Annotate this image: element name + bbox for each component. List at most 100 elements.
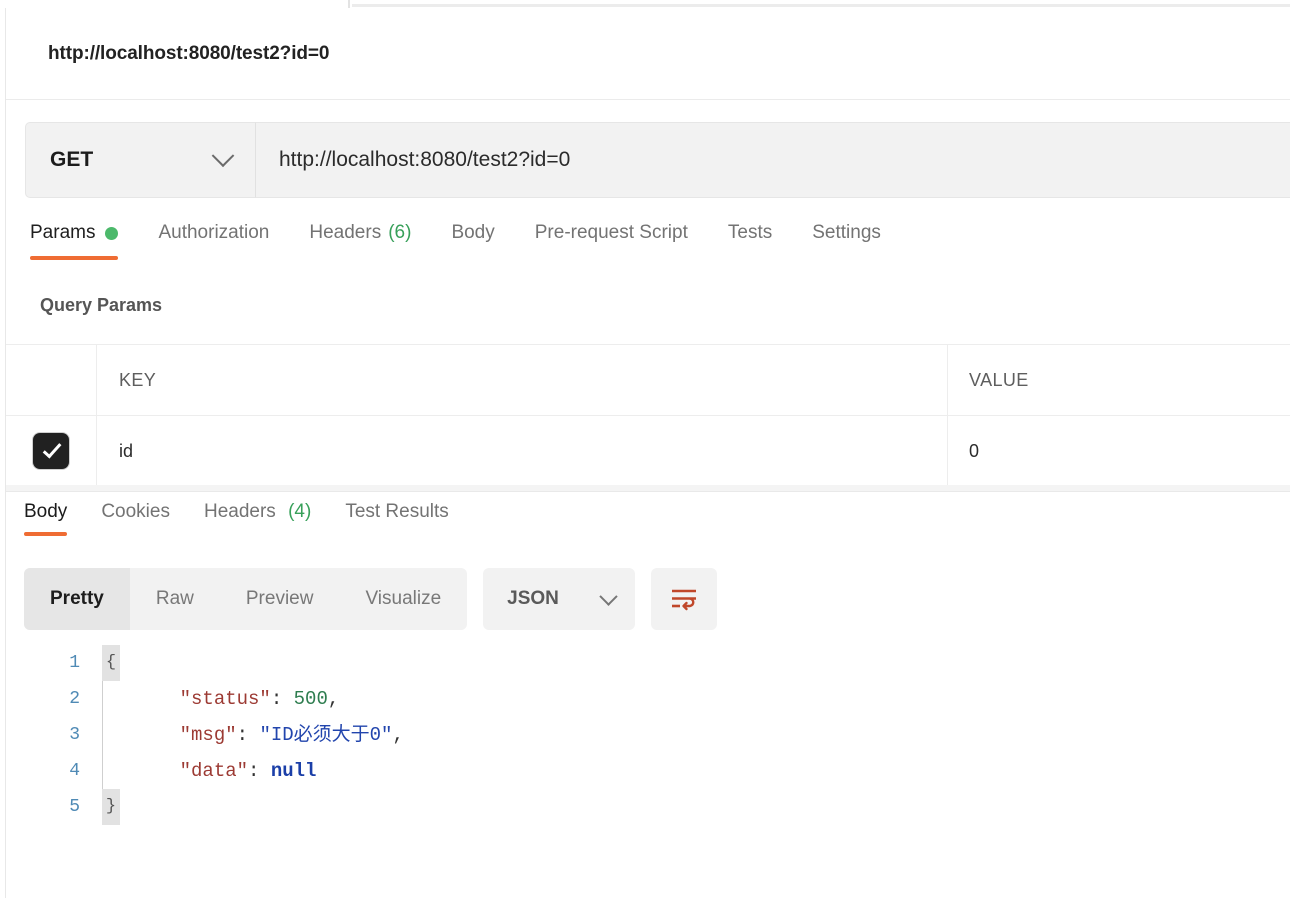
json-null: null (270, 760, 317, 782)
url-input[interactable]: http://localhost:8080/test2?id=0 (255, 122, 1290, 198)
response-viewer-toolbar: Pretty Raw Preview Visualize JSON (6, 568, 718, 630)
param-key-value: id (119, 440, 134, 461)
fold-toggle-icon[interactable]: } (102, 789, 120, 825)
response-tab-headers-label: Headers (203, 501, 276, 522)
tab-body-label: Body (451, 222, 495, 243)
url-bar: GET http://localhost:8080/test2?id=0 (25, 122, 1290, 198)
fold-rail (102, 753, 120, 789)
tab-settings-label: Settings (812, 222, 881, 243)
header-value-cell: VALUE (948, 345, 1290, 415)
code-line: 5 } (6, 789, 1290, 825)
tab-headers-count: (6) (388, 222, 412, 243)
row-value-cell[interactable]: 0 (948, 416, 1290, 486)
request-title-bar: http://localhost:8080/test2?id=0 (6, 8, 1290, 100)
tabbar-vertical-divider (348, 0, 350, 8)
view-mode-segmented-control: Pretty Raw Preview Visualize (24, 568, 468, 630)
query-params-table: KEY VALUE id 0 (6, 344, 1290, 487)
view-mode-pretty[interactable]: Pretty (24, 568, 130, 630)
tab-tests[interactable]: Tests (728, 213, 772, 260)
code-text: "msg": "ID必须大于0", (134, 717, 404, 753)
http-method-dropdown[interactable]: GET (25, 122, 255, 198)
tab-headers[interactable]: Headers (6) (309, 213, 411, 260)
check-icon (42, 439, 61, 459)
json-key: "data" (134, 760, 249, 782)
line-number: 5 (69, 797, 80, 817)
view-mode-raw[interactable]: Raw (130, 568, 220, 630)
table-row[interactable]: id 0 (6, 415, 1290, 487)
code-line: 2 "status": 500, (6, 681, 1290, 717)
json-punct: , (327, 688, 340, 710)
wrap-text-icon (672, 589, 697, 611)
response-tab-cookies-label: Cookies (101, 501, 170, 522)
tab-params-label: Params (30, 222, 96, 243)
tab-pre-request-script-label: Pre-request Script (534, 222, 688, 243)
response-separator (6, 491, 1290, 492)
wrap-text-button[interactable] (651, 568, 718, 630)
tab-tests-label: Tests (727, 222, 773, 243)
postman-request-pane: http://localhost:8080/test2?id=0 GET htt… (0, 0, 1290, 898)
line-number: 2 (69, 689, 80, 709)
request-tabs: Params Authorization Headers (6) Body Pr… (6, 213, 1290, 275)
code-line: 4 "data": null (6, 753, 1290, 789)
response-tab-body[interactable]: Body (24, 494, 68, 536)
json-key: "msg" (134, 724, 237, 746)
header-key-cell: KEY (97, 345, 948, 415)
tabbar-sliver (0, 0, 1290, 8)
fold-toggle-icon[interactable]: { (102, 645, 120, 681)
response-tab-headers[interactable]: Headers (4) (204, 494, 311, 536)
tabbar-bottom-line (352, 4, 1290, 7)
json-string: "ID必须大于0" (259, 724, 393, 746)
column-header-value: VALUE (969, 369, 1029, 390)
line-number: 4 (69, 761, 80, 781)
code-text: "status": 500, (134, 681, 340, 717)
response-tab-headers-count: (4) (288, 501, 312, 522)
json-key: "status" (134, 688, 271, 710)
tab-params[interactable]: Params (30, 213, 119, 260)
tab-settings[interactable]: Settings (812, 213, 881, 260)
tab-headers-label: Headers (309, 222, 382, 243)
http-method-label: GET (50, 148, 94, 171)
row-key-cell[interactable]: id (97, 416, 948, 486)
page-title: http://localhost:8080/test2?id=0 (48, 42, 330, 64)
json-punct: : (236, 724, 260, 746)
view-mode-raw-label: Raw (155, 588, 194, 609)
tab-pre-request-script[interactable]: Pre-request Script (535, 213, 688, 260)
chevron-down-icon (599, 586, 618, 606)
response-tab-test-results-label: Test Results (345, 501, 449, 522)
header-checkbox-cell (6, 345, 97, 415)
response-tab-body-label: Body (24, 501, 68, 522)
tab-authorization[interactable]: Authorization (158, 213, 269, 260)
json-number: 500 (293, 688, 328, 710)
response-tab-test-results[interactable]: Test Results (345, 494, 448, 536)
param-value-value: 0 (969, 440, 980, 461)
row-checkbox-cell (6, 416, 97, 486)
json-punct: : (270, 688, 294, 710)
json-punct: , (392, 724, 404, 746)
view-mode-visualize-label: Visualize (365, 588, 442, 609)
table-header-row: KEY VALUE (6, 344, 1290, 415)
param-enabled-checkbox[interactable] (33, 433, 69, 469)
tab-body[interactable]: Body (451, 213, 494, 260)
params-modified-dot-icon (105, 226, 119, 240)
column-header-key: KEY (119, 369, 157, 390)
view-mode-preview[interactable]: Preview (220, 568, 340, 630)
url-bar-row: GET http://localhost:8080/test2?id=0 (6, 101, 1290, 201)
fold-rail (102, 717, 120, 753)
response-tabs: Body Cookies Headers (4) Test Results (6, 494, 1290, 544)
code-line: 3 "msg": "ID必须大于0", (6, 717, 1290, 753)
query-params-heading: Query Params (40, 295, 163, 315)
response-body-code[interactable]: 1 { 2 "status": 500, 3 "msg": "ID必须大于0",… (6, 645, 1290, 898)
fold-rail (102, 681, 120, 717)
tab-authorization-label: Authorization (158, 222, 270, 243)
chevron-down-icon (211, 144, 235, 168)
line-number: 3 (69, 725, 80, 745)
view-mode-visualize[interactable]: Visualize (339, 568, 467, 630)
response-format-label: JSON (507, 588, 559, 609)
code-line: 1 { (6, 645, 1290, 681)
response-tab-cookies[interactable]: Cookies (101, 494, 170, 536)
view-mode-pretty-label: Pretty (50, 588, 104, 609)
json-punct: : (248, 760, 271, 782)
code-text: "data": null (134, 753, 317, 789)
response-format-dropdown[interactable]: JSON (483, 568, 636, 630)
line-number: 1 (69, 653, 80, 673)
